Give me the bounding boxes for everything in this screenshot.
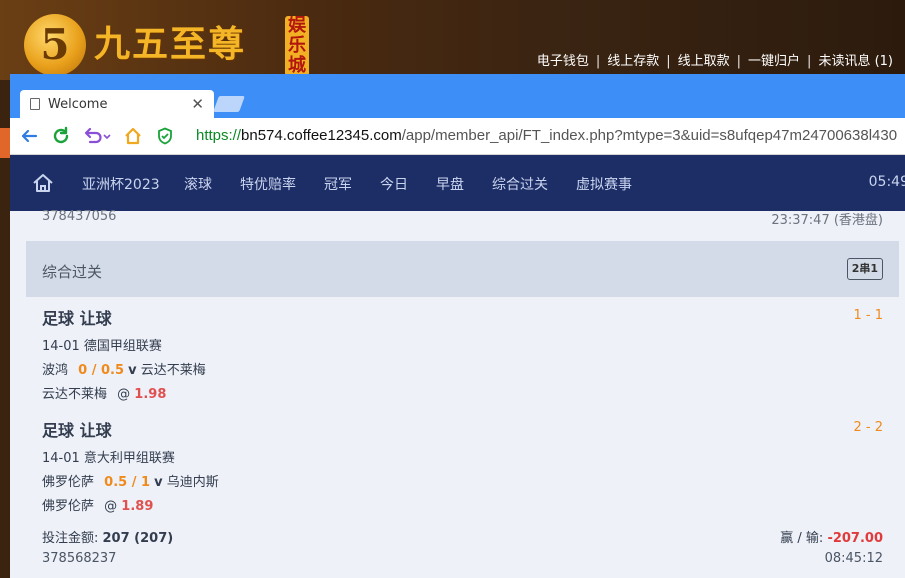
ticket-id: 378568237 bbox=[42, 551, 117, 566]
home-team: 佛罗伦萨 bbox=[42, 475, 95, 490]
shield-check-icon bbox=[158, 127, 172, 145]
handicap-value: 0.5 / 1 bbox=[104, 475, 151, 490]
back-button[interactable] bbox=[16, 123, 42, 149]
nav-item-live[interactable]: 滚球 bbox=[184, 174, 212, 194]
result-label: 赢 / 输: bbox=[780, 531, 828, 546]
previous-ticket-time: 23:37:47 (香港盘) bbox=[771, 213, 883, 228]
home-team: 波鸿 bbox=[42, 363, 69, 378]
nav-item-parlay[interactable]: 综合过关 bbox=[492, 174, 548, 194]
link-separator: | bbox=[666, 54, 671, 69]
away-team: 云达不莱梅 bbox=[140, 363, 206, 378]
bet-matchup: 佛罗伦萨 0.5 / 1 v 乌迪内斯 bbox=[42, 471, 219, 490]
bet-title: 足球 让球 bbox=[42, 309, 112, 328]
selected-team: 佛罗伦萨 bbox=[42, 499, 95, 514]
versus-label: v bbox=[128, 363, 137, 378]
nav-item-special-odds[interactable]: 特优赔率 bbox=[240, 174, 296, 194]
url-scheme: https:// bbox=[196, 127, 242, 144]
at-symbol: @ bbox=[104, 499, 118, 514]
link-one-click-transfer[interactable]: 一键归户 bbox=[748, 54, 800, 69]
stake-value: 207 (207) bbox=[102, 531, 174, 546]
site-logo-emblem: 5 bbox=[24, 14, 86, 76]
home-icon bbox=[33, 174, 53, 192]
parlay-header: 综合过关 2串1 bbox=[26, 241, 899, 297]
bet-league: 14-01 德国甲组联赛 bbox=[42, 335, 162, 354]
parlay-type-badge: 2串1 bbox=[846, 258, 883, 280]
result-row: 赢 / 输: -207.00 bbox=[780, 527, 883, 546]
close-icon[interactable]: ✕ bbox=[191, 95, 204, 113]
league-name: 14-01 德国甲组联赛 bbox=[42, 339, 162, 354]
bet-score: 2 - 2 bbox=[853, 420, 884, 435]
site-header: 5 九五至尊 娱乐城 电子钱包 | 线上存款 | 线上取款 | 一键归户 | 未读讯息 (1) bbox=[0, 0, 905, 80]
nav-item-virtual[interactable]: 虚拟赛事 bbox=[576, 174, 632, 194]
nav-item-early[interactable]: 早盘 bbox=[436, 174, 464, 194]
site-logo-text: 九五至尊 bbox=[94, 23, 247, 65]
parlay-title: 综合过关 bbox=[42, 263, 103, 281]
link-e-wallet[interactable]: 电子钱包 bbox=[537, 54, 589, 69]
bet-history-content: 378437056 23:37:47 (香港盘) 综合过关 2串1 足球 让球 … bbox=[10, 209, 905, 578]
browser-window: Welcome ✕ https://bn574.coffee12345.com/… bbox=[10, 74, 905, 578]
stake-label: 投注金额: bbox=[42, 531, 103, 546]
link-separator: | bbox=[807, 54, 812, 69]
link-separator: | bbox=[736, 54, 742, 69]
bet-matchup: 波鸿 0 / 0.5 v 云达不莱梅 bbox=[42, 359, 206, 378]
url-host: bn574.coffee12345.com bbox=[241, 127, 402, 144]
tab-title: Welcome bbox=[48, 96, 108, 112]
link-online-deposit[interactable]: 线上存款 bbox=[607, 54, 659, 69]
odds-value: 1.89 bbox=[121, 499, 154, 514]
link-separator: | bbox=[595, 54, 601, 69]
link-unread-messages[interactable]: 未读讯息 (1) bbox=[818, 54, 893, 69]
back-arrow-icon bbox=[21, 129, 38, 143]
nav-item-today[interactable]: 今日 bbox=[380, 174, 408, 194]
url-path: /app/member_api/FT_index.php?mtype=3&uid… bbox=[401, 127, 898, 144]
versus-label: v bbox=[154, 475, 163, 490]
league-name: 14-01 意大利甲组联赛 bbox=[42, 451, 175, 466]
link-online-withdraw[interactable]: 线上取款 bbox=[678, 54, 730, 69]
at-symbol: @ bbox=[117, 387, 131, 402]
refresh-button[interactable] bbox=[48, 123, 74, 149]
ticket-time: 08:45:12 bbox=[824, 551, 883, 566]
previous-ticket-id: 378437056 bbox=[42, 209, 117, 224]
new-tab-button[interactable] bbox=[213, 96, 245, 112]
browser-tab-welcome[interactable]: Welcome ✕ bbox=[20, 90, 214, 118]
undo-button[interactable] bbox=[80, 123, 114, 149]
bet-selection: 云达不莱梅 @ 1.98 bbox=[42, 383, 166, 402]
selected-team: 云达不莱梅 bbox=[42, 387, 108, 402]
stake-row: 投注金额: 207 (207) bbox=[42, 527, 173, 546]
handicap-value: 0 / 0.5 bbox=[78, 363, 125, 378]
nav-item-asian-cup[interactable]: 亚洲杯2023 bbox=[82, 174, 160, 194]
away-team: 乌迪内斯 bbox=[166, 475, 219, 490]
site-top-links: 电子钱包 | 线上存款 | 线上取款 | 一键归户 | 未读讯息 (1) bbox=[537, 50, 893, 69]
bet-score: 1 - 1 bbox=[853, 308, 884, 323]
nav-home-button[interactable] bbox=[32, 172, 54, 198]
browser-tab-bar: Welcome ✕ bbox=[10, 74, 905, 118]
bet-selection: 佛罗伦萨 @ 1.89 bbox=[42, 495, 153, 514]
site-side-strip bbox=[0, 128, 10, 158]
site-logo-tag: 娱乐城 bbox=[285, 16, 309, 76]
undo-icon bbox=[84, 127, 111, 144]
refresh-icon bbox=[53, 126, 69, 144]
url-input[interactable]: https://bn574.coffee12345.com/app/member… bbox=[196, 127, 897, 145]
result-value: -207.00 bbox=[827, 531, 883, 546]
bet-title: 足球 让球 bbox=[42, 421, 112, 440]
address-bar: https://bn574.coffee12345.com/app/member… bbox=[10, 118, 905, 155]
home-button[interactable] bbox=[120, 123, 146, 149]
security-badge[interactable] bbox=[152, 123, 178, 149]
page-icon bbox=[30, 98, 40, 110]
nav-clock: 05:49 bbox=[868, 174, 905, 190]
nav-item-outright[interactable]: 冠军 bbox=[324, 174, 352, 194]
home-icon bbox=[125, 127, 141, 145]
sports-nav: 亚洲杯2023 滚球 特优赔率 冠军 今日 早盘 综合过关 虚拟赛事 05:49 bbox=[10, 155, 905, 211]
bet-league: 14-01 意大利甲组联赛 bbox=[42, 447, 175, 466]
odds-value: 1.98 bbox=[134, 387, 167, 402]
